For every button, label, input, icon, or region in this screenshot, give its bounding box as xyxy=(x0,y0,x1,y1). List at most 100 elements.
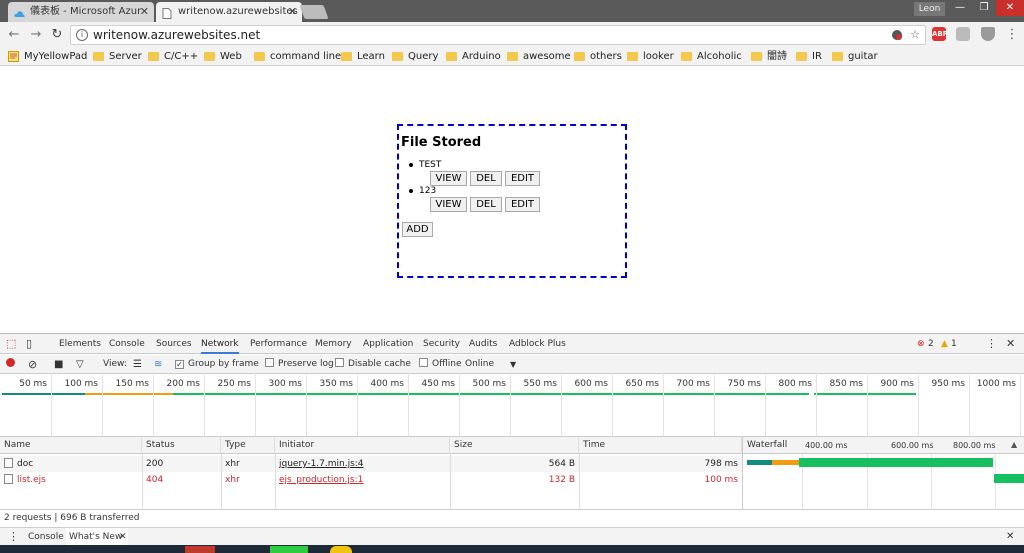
reload-icon[interactable]: ↻ xyxy=(49,27,65,43)
overview-bar-doc-wait xyxy=(85,393,173,395)
table-row[interactable]: list.ejs 404 xhr ejs_production.js:1 132… xyxy=(0,472,742,488)
bookmark-item[interactable]: guitar xyxy=(832,48,878,66)
bookmark-item[interactable]: IR xyxy=(796,48,822,66)
request-initiator-link[interactable]: jquery-1.7.min.js:4 xyxy=(275,456,450,472)
bookmark-item[interactable]: looker xyxy=(627,48,674,66)
bookmark-item[interactable]: Learn xyxy=(341,48,385,66)
adblock-plus-icon[interactable]: ABP xyxy=(932,27,948,41)
devtools-tab-adblock-plus[interactable]: Adblock Plus xyxy=(509,334,566,354)
list-view-icon[interactable]: ☰ xyxy=(133,355,142,374)
folder-icon xyxy=(832,52,843,61)
tab-writenow[interactable]: writenow.azurewebsites ✕ xyxy=(156,2,302,22)
sort-ascending-icon[interactable]: ▲ xyxy=(1011,440,1017,449)
column-status[interactable]: Status xyxy=(142,437,221,454)
devtools-tab-performance[interactable]: Performance xyxy=(250,334,307,354)
extension-icon[interactable] xyxy=(956,27,970,41)
drawer-menu-icon[interactable]: ⋮ xyxy=(8,528,19,546)
request-initiator-link[interactable]: ejs_production.js:1 xyxy=(275,472,450,488)
checkbox[interactable] xyxy=(419,358,428,367)
bookmark-item[interactable]: Web xyxy=(204,48,242,66)
add-button[interactable]: ADD xyxy=(402,222,433,237)
waterfall-bar-doc-queue xyxy=(747,460,772,465)
file-name: 123 xyxy=(419,186,437,196)
edit-button[interactable]: EDIT xyxy=(505,197,540,212)
devtools-tab-network[interactable]: Network xyxy=(201,334,239,354)
tab-azure-dashboard[interactable]: 儀表板 - Microsoft Azur ✕ xyxy=(8,2,154,22)
checkbox[interactable] xyxy=(265,358,274,367)
bookmark-item[interactable]: others xyxy=(574,48,622,66)
bookmark-item[interactable]: 闇詩 xyxy=(751,48,787,66)
waterfall-tick: 600.00 ms xyxy=(891,441,934,450)
close-devtools-icon[interactable]: ✕ xyxy=(1006,334,1015,354)
chevron-down-icon[interactable]: ▼ xyxy=(510,355,516,374)
new-tab-button[interactable] xyxy=(299,5,329,19)
waterfall-column[interactable]: Waterfall 400.00 ms 600.00 ms 800.00 ms … xyxy=(742,437,1024,509)
close-icon[interactable]: ✕ xyxy=(288,2,297,22)
minimize-icon[interactable]: — xyxy=(948,0,972,16)
devtools-tab-memory[interactable]: Memory xyxy=(315,334,352,354)
drawer-tab-console[interactable]: Console xyxy=(28,528,64,546)
filter-icon[interactable]: ▽ xyxy=(76,355,84,374)
del-button[interactable]: DEL xyxy=(470,197,502,212)
bookmark-item[interactable]: MyYellowPad xyxy=(8,48,87,66)
column-initiator[interactable]: Initiator xyxy=(275,437,450,454)
preserve-log-checkbox[interactable]: Preserve log xyxy=(265,355,334,374)
devtools-tab-audits[interactable]: Audits xyxy=(469,334,497,354)
view-button[interactable]: VIEW xyxy=(430,171,467,186)
throttling-select[interactable]: Online xyxy=(465,355,494,374)
inspect-icon[interactable]: ⬚ xyxy=(6,334,16,354)
bookmark-item[interactable]: Alcoholic xyxy=(681,48,742,66)
group-by-frame-checkbox[interactable]: Group by frame xyxy=(175,355,259,374)
info-icon[interactable]: i xyxy=(76,29,88,41)
restore-icon[interactable]: ❐ xyxy=(972,0,996,16)
network-overview[interactable]: 50 ms 100 ms 150 ms 200 ms 250 ms 300 ms 350 m… xyxy=(0,375,1024,437)
close-icon[interactable]: ✕ xyxy=(119,528,127,546)
waterfall-view-icon[interactable]: ≋ xyxy=(154,355,162,374)
column-time[interactable]: Time xyxy=(579,437,742,454)
table-row[interactable]: doc 200 xhr jquery-1.7.min.js:4 564 B 79… xyxy=(0,456,742,472)
column-type[interactable]: Type xyxy=(221,437,275,454)
forward-icon[interactable]: → xyxy=(28,27,44,43)
overview-tick-label: 900 ms xyxy=(880,379,915,389)
more-options-icon[interactable]: ⋮ xyxy=(986,334,997,354)
bookmark-item[interactable]: Arduino xyxy=(446,48,501,66)
profile-button[interactable]: Leon xyxy=(914,2,945,16)
record-icon[interactable] xyxy=(6,355,15,374)
bookmark-item[interactable]: C/C++ xyxy=(148,48,198,66)
star-icon[interactable]: ☆ xyxy=(909,29,921,41)
warning-count[interactable]: 1 xyxy=(951,334,957,354)
bookmark-item[interactable]: Server xyxy=(93,48,142,66)
devtools-tab-elements[interactable]: Elements xyxy=(59,334,101,354)
list-item: TEST xyxy=(409,160,441,170)
view-button[interactable]: VIEW xyxy=(430,197,467,212)
column-size[interactable]: Size xyxy=(450,437,579,454)
bookmark-item[interactable]: awesome xyxy=(507,48,571,66)
address-bar[interactable]: i writenow.azurewebsites.net ☆ xyxy=(70,25,926,45)
camera-icon[interactable]: ■ xyxy=(54,355,63,374)
close-drawer-icon[interactable]: ✕ xyxy=(1006,528,1014,546)
disable-cache-checkbox[interactable]: Disable cache xyxy=(335,355,411,374)
translate-icon[interactable] xyxy=(891,29,903,41)
shield-icon[interactable] xyxy=(981,27,995,41)
bookmark-item[interactable]: Query xyxy=(392,48,438,66)
device-toolbar-icon[interactable]: ▯ xyxy=(26,334,32,354)
checkbox[interactable] xyxy=(335,358,344,367)
back-icon[interactable]: ← xyxy=(6,27,22,43)
del-button[interactable]: DEL xyxy=(470,171,502,186)
bookmark-item[interactable]: command line xyxy=(254,48,341,66)
error-count[interactable]: 2 xyxy=(928,334,934,354)
column-name[interactable]: Name xyxy=(0,437,142,454)
devtools-tab-security[interactable]: Security xyxy=(423,334,460,354)
devtools-tab-console[interactable]: Console xyxy=(109,334,145,354)
close-icon[interactable]: ✕ xyxy=(140,2,149,22)
edit-button[interactable]: EDIT xyxy=(505,171,540,186)
menu-icon[interactable]: ⋮ xyxy=(1004,27,1020,43)
checkbox-checked[interactable] xyxy=(175,360,184,369)
clear-icon[interactable]: ⊘ xyxy=(28,355,37,374)
disable-cache-label: Disable cache xyxy=(348,359,411,369)
request-time: 100 ms xyxy=(704,475,739,485)
devtools-tab-application[interactable]: Application xyxy=(363,334,413,354)
offline-checkbox[interactable]: Offline xyxy=(419,355,462,374)
devtools-tab-sources[interactable]: Sources xyxy=(156,334,192,354)
close-window-icon[interactable]: ✕ xyxy=(996,0,1024,16)
